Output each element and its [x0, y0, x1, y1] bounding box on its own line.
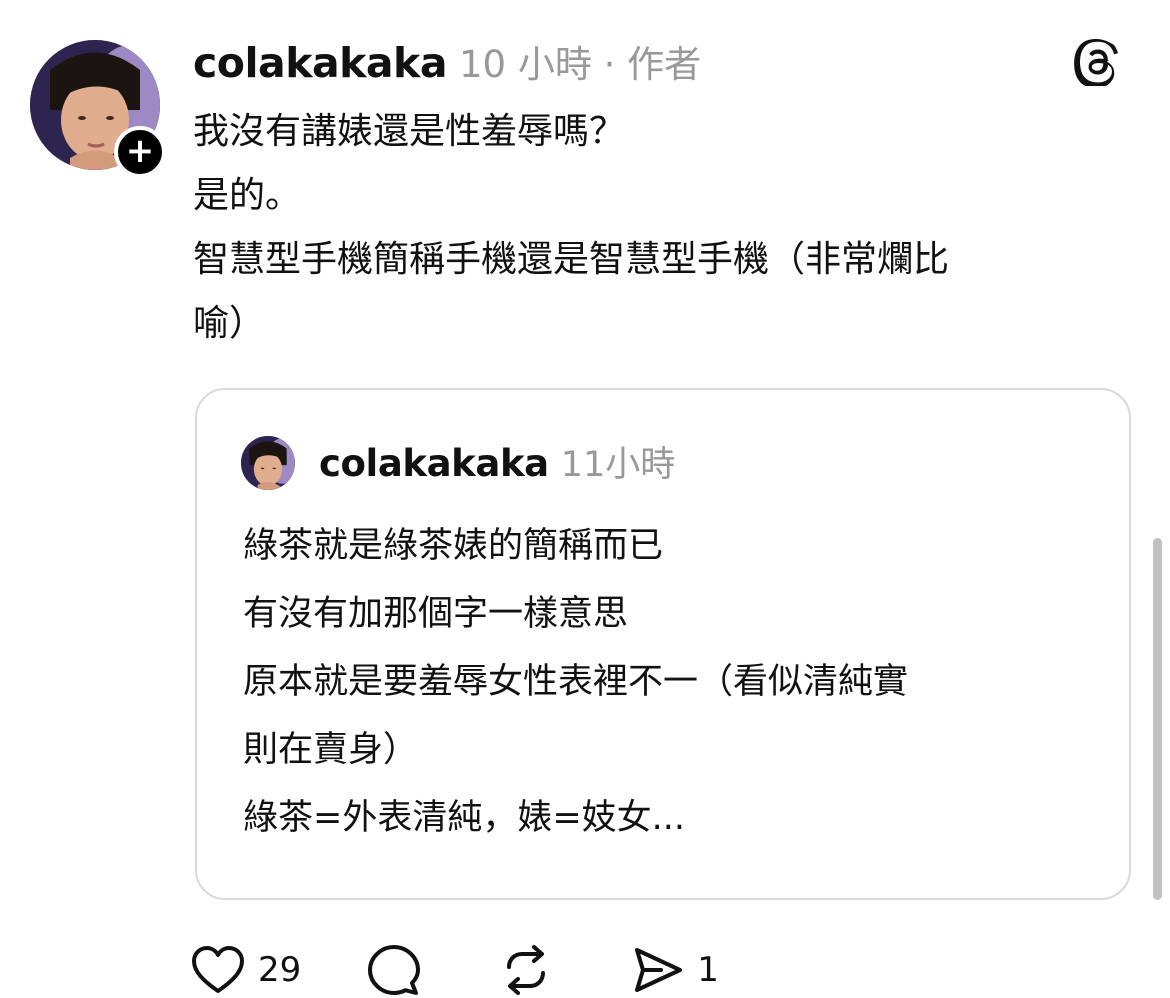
post-line: 我沒有講婊還是性羞辱嗎？ [193, 111, 626, 152]
post-line: 智慧型手機簡稱手機還是智慧型手機（非常爛比 [193, 239, 950, 280]
post-meta: 10 小時 · 作者 [459, 43, 702, 86]
repost-icon [507, 945, 546, 995]
quoted-post-time: 11小時 [560, 445, 676, 485]
send-icon [635, 948, 683, 992]
author-username[interactable]: colakakaka [193, 39, 448, 87]
speech-bubble-icon [368, 945, 421, 995]
threads-post: + colakakaka 10 小時 · 作者 我沒有講婊還是性羞辱嗎？ 是的。… [0, 0, 1170, 996]
post-body: 我沒有講婊還是性羞辱嗎？ 是的。 智慧型手機簡稱手機還是智慧型手機（非常爛比 喻… [193, 100, 1133, 356]
author-avatar-container[interactable]: + [30, 40, 166, 178]
post-line: 喻） [193, 303, 266, 344]
quoted-author-username[interactable]: colakakaka [319, 442, 549, 485]
quoted-line: 則在賣身） [243, 730, 419, 770]
quoted-post-header: colakakaka 11小時 [319, 436, 675, 487]
quoted-line: 有沒有加那個字一樣意思 [243, 594, 629, 634]
share-button[interactable]: 1 [631, 943, 719, 997]
scrollbar[interactable] [1153, 538, 1162, 900]
quoted-author-avatar[interactable] [241, 436, 295, 490]
like-button[interactable]: 29 [190, 944, 301, 996]
heart-icon [192, 946, 244, 993]
plus-icon: + [125, 130, 155, 171]
action-bar: 29 1 [190, 942, 785, 998]
quoted-post-body: 綠茶就是綠茶婊的簡稱而已 有沒有加那個字一樣意思 原本就是要羞辱女性表裡不一（看… [243, 512, 1103, 852]
quoted-post-card[interactable]: colakakaka 11小時 綠茶就是綠茶婊的簡稱而已 有沒有加那個字一樣意思… [195, 388, 1131, 900]
post-header: colakakaka 10 小時 · 作者 [193, 34, 701, 88]
post-line: 是的。 [193, 175, 302, 216]
follow-button[interactable]: + [114, 126, 166, 178]
like-count: 29 [258, 950, 302, 990]
quoted-line: 綠茶就是綠茶婊的簡稱而已 [243, 526, 664, 566]
comment-button[interactable] [367, 943, 433, 997]
quoted-line: 綠茶=外表清純，婊=妓女... [243, 798, 686, 838]
threads-logo-icon[interactable] [1074, 38, 1122, 86]
quoted-line: 原本就是要羞辱女性表裡不一（看似清純實 [243, 662, 909, 702]
share-count: 1 [697, 950, 719, 990]
repost-button[interactable] [499, 943, 565, 997]
